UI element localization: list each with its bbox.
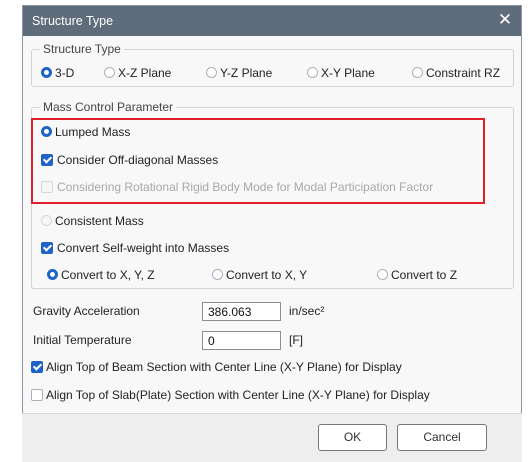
temperature-unit: [F] xyxy=(289,333,303,347)
gravity-unit: in/sec² xyxy=(289,304,325,318)
structure-type-dialog: Structure Type ✕ Structure Type 3-D X-Z … xyxy=(22,5,522,433)
radio-xy-label: X-Y Plane xyxy=(321,66,375,80)
structure-type-legend: Structure Type xyxy=(40,42,124,57)
radio-icon xyxy=(41,67,52,78)
gravity-label: Gravity Acceleration xyxy=(33,304,140,318)
radio-icon xyxy=(104,67,115,78)
radio-icon xyxy=(47,269,58,280)
dialog-title: Structure Type xyxy=(32,14,114,28)
mass-control-legend: Mass Control Parameter xyxy=(40,100,177,115)
structure-type-group: Structure Type 3-D X-Z Plane Y-Z Plane X… xyxy=(31,42,514,87)
self-weight-label: Convert Self-weight into Masses xyxy=(57,241,230,255)
radio-constraint-rz-label: Constraint RZ xyxy=(426,66,501,80)
checkbox-icon xyxy=(31,389,43,401)
annotation-highlight-box xyxy=(31,118,485,204)
temperature-input[interactable] xyxy=(202,331,281,350)
checkbox-icon xyxy=(31,361,43,373)
align-beam-label: Align Top of Beam Section with Center Li… xyxy=(46,360,402,374)
convert-z-label: Convert to Z xyxy=(391,268,458,282)
ok-button[interactable]: OK xyxy=(318,424,387,451)
align-slab-label: Align Top of Slab(Plate) Section with Ce… xyxy=(46,388,430,402)
close-icon[interactable]: ✕ xyxy=(495,10,515,30)
radio-3d-label: 3-D xyxy=(55,66,75,80)
convert-xyz-label: Convert to X, Y, Z xyxy=(61,268,155,282)
title-bar: Structure Type ✕ xyxy=(23,6,521,36)
checkbox-icon xyxy=(41,242,53,254)
consistent-mass-label: Consistent Mass xyxy=(55,214,144,228)
radio-xz-label: X-Z Plane xyxy=(118,66,172,80)
radio-yz-label: Y-Z Plane xyxy=(220,66,273,80)
radio-icon xyxy=(206,67,217,78)
cancel-button[interactable]: Cancel xyxy=(397,424,487,451)
radio-icon xyxy=(307,67,318,78)
gravity-input[interactable] xyxy=(202,302,281,321)
radio-icon xyxy=(412,67,423,78)
convert-xy-label: Convert to X, Y xyxy=(226,268,308,282)
radio-icon xyxy=(377,269,388,280)
radio-icon xyxy=(41,215,52,226)
radio-icon xyxy=(212,269,223,280)
dialog-footer: OK Cancel xyxy=(22,413,522,462)
temperature-label: Initial Temperature xyxy=(33,333,132,347)
